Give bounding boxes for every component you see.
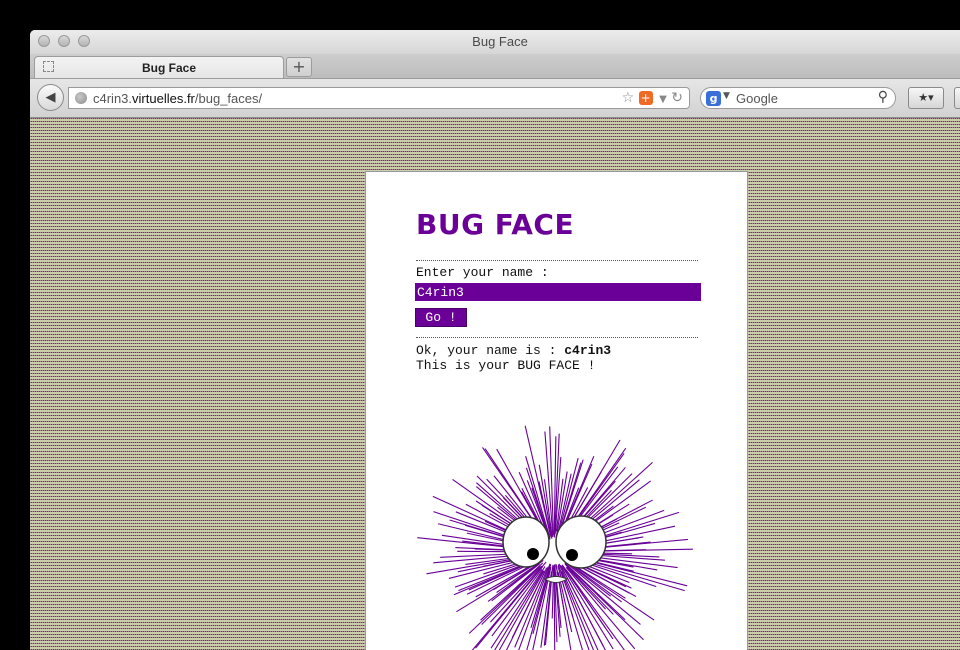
divider	[416, 260, 698, 261]
result-prefix: Ok, your name is :	[416, 343, 565, 358]
engine-caret-icon[interactable]: ▼	[723, 91, 730, 101]
bug-face-image	[417, 425, 693, 650]
tab-bug-face[interactable]: Bug Face	[34, 56, 284, 78]
browser-window: Bug Face Bug Face + ◀ c4rin3.virtuelles.…	[30, 30, 960, 650]
result-name: c4rin3	[564, 343, 612, 358]
url-host-prefix: c4rin3.	[93, 91, 133, 106]
google-icon[interactable]: g	[706, 91, 721, 106]
address-bar[interactable]: c4rin3.virtuelles.fr/bug_faces/ ☆ + ▼ ↻	[68, 87, 690, 109]
addon-plus-icon[interactable]: +	[638, 91, 653, 105]
result-line-bugface: This is your BUG FACE !	[416, 358, 596, 373]
back-button[interactable]: ◀	[37, 84, 64, 111]
title-bar: Bug Face	[30, 30, 960, 54]
result-line-name: Ok, your name is : c4rin3	[416, 343, 611, 358]
bug-mouth	[543, 576, 569, 583]
search-input[interactable]: Google	[736, 91, 778, 106]
search-bar[interactable]: g ▼ Google ⚲	[700, 87, 896, 109]
url-text: c4rin3.virtuelles.fr/bug_faces/	[93, 91, 262, 106]
page-viewport: BUG FACE Enter your name : Go ! Ok, your…	[30, 118, 960, 650]
star-icon[interactable]: ☆	[622, 90, 635, 106]
window-title: Bug Face	[472, 34, 528, 49]
reload-icon[interactable]: ↻	[671, 90, 683, 106]
page-title: BUG FACE	[416, 208, 575, 241]
tab-bar: Bug Face +	[30, 54, 960, 79]
name-input[interactable]	[415, 283, 701, 301]
new-tab-button[interactable]: +	[286, 57, 312, 77]
dropdown-arrow-icon[interactable]: ▼	[659, 94, 667, 105]
url-bar-icons: ☆ + ▼ ↻	[622, 90, 683, 106]
name-label: Enter your name :	[416, 265, 549, 280]
navigation-toolbar: ◀ c4rin3.virtuelles.fr/bug_faces/ ☆ + ▼ …	[30, 79, 960, 118]
divider	[416, 337, 698, 338]
bookmarks-button[interactable]: ★▾	[908, 87, 944, 109]
toolbar-overflow-button[interactable]	[954, 87, 960, 109]
globe-icon	[75, 92, 87, 104]
tab-favicon-icon	[43, 61, 54, 72]
bookmarks-icon: ★▾	[918, 91, 934, 104]
url-host: virtuelles.fr	[132, 91, 195, 106]
search-icon[interactable]: ⚲	[878, 89, 888, 105]
go-button[interactable]: Go !	[415, 308, 467, 327]
back-arrow-icon: ◀	[45, 90, 56, 105]
url-path: /bug_faces/	[194, 91, 263, 106]
tab-label: Bug Face	[141, 61, 196, 75]
content-card: BUG FACE Enter your name : Go ! Ok, your…	[365, 171, 748, 650]
